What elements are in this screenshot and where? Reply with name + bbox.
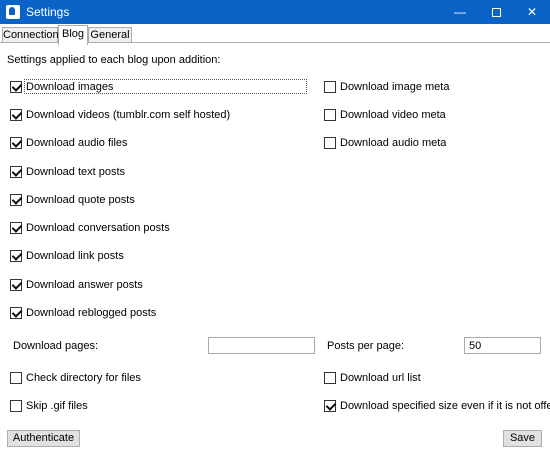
checkbox-download-conversation-posts[interactable]: Download conversation posts: [10, 221, 170, 234]
checkbox-download-answer-posts[interactable]: Download answer posts: [10, 278, 143, 291]
checkbox-label: Download reblogged posts: [26, 306, 157, 319]
checkbox-label: Download url list: [340, 371, 421, 384]
checkmark-icon[interactable]: [10, 249, 22, 262]
checkmark-icon[interactable]: [10, 80, 22, 93]
window-title: Settings: [26, 5, 70, 19]
maximize-icon: [491, 8, 501, 18]
checkbox-skip-gif[interactable]: Skip .gif files: [10, 399, 88, 412]
authenticate-button[interactable]: Authenticate: [7, 430, 80, 447]
checkmark-icon[interactable]: [10, 136, 22, 149]
checkbox-download-videos[interactable]: Download videos (tumblr.com self hosted): [10, 108, 230, 121]
title-bar: Settings — ✕: [0, 0, 550, 24]
checkbox-download-audio-files[interactable]: Download audio files: [10, 136, 128, 149]
checkmark-icon[interactable]: [10, 165, 22, 178]
checkmark-icon[interactable]: [10, 306, 22, 319]
checkbox-download-specified-size[interactable]: Download specified size even if it is no…: [324, 399, 550, 412]
checkbox-label: Download conversation posts: [26, 221, 170, 234]
checkbox-label: Download images: [26, 80, 114, 93]
checkbox-download-video-meta[interactable]: Download video meta: [324, 108, 446, 121]
checkmark-icon[interactable]: [10, 278, 22, 291]
minimize-icon: —: [454, 5, 466, 19]
checkmark-icon[interactable]: [10, 108, 22, 121]
app-icon: [6, 5, 20, 19]
minimize-button[interactable]: —: [442, 0, 478, 24]
checkbox-label: Download video meta: [340, 108, 446, 121]
checkbox-label: Download quote posts: [26, 193, 135, 206]
checkbox-label: Download image meta: [340, 80, 450, 93]
checkbox-label: Download link posts: [26, 249, 124, 262]
checkmark-icon[interactable]: [10, 193, 22, 206]
blog-settings-heading: Settings applied to each blog upon addit…: [7, 54, 221, 66]
checkbox-label: Download videos (tumblr.com self hosted): [26, 108, 231, 121]
checkbox-download-audio-meta[interactable]: Download audio meta: [324, 136, 446, 149]
posts-per-page-input[interactable]: [464, 337, 541, 354]
checkbox-download-text-posts[interactable]: Download text posts: [10, 165, 125, 178]
checkbox-box[interactable]: [324, 80, 336, 93]
checkbox-box[interactable]: [324, 136, 336, 149]
download-pages-input[interactable]: [208, 337, 315, 354]
checkbox-label: Download audio meta: [340, 136, 447, 149]
checkbox-download-image-meta[interactable]: Download image meta: [324, 80, 449, 93]
maximize-button[interactable]: [478, 0, 514, 24]
checkbox-label: Skip .gif files: [26, 399, 88, 412]
checkbox-box[interactable]: [324, 371, 336, 384]
checkbox-label: Download specified size even if it is no…: [340, 399, 550, 412]
posts-per-page-label: Posts per page:: [327, 340, 405, 352]
checkbox-download-link-posts[interactable]: Download link posts: [10, 249, 124, 262]
tab-strip: Connection Blog General: [0, 24, 550, 45]
checkmark-icon[interactable]: [324, 399, 336, 412]
checkbox-download-url-list[interactable]: Download url list: [324, 371, 421, 384]
close-icon: ✕: [526, 5, 538, 19]
checkbox-box[interactable]: [10, 371, 22, 384]
tab-blog[interactable]: Blog: [58, 25, 88, 45]
checkbox-check-directory[interactable]: Check directory for files: [10, 371, 141, 384]
checkbox-label: Download text posts: [26, 165, 126, 178]
checkbox-label: Download audio files: [26, 136, 128, 149]
checkmark-icon[interactable]: [10, 221, 22, 234]
checkbox-download-reblogged-posts[interactable]: Download reblogged posts: [10, 306, 156, 319]
close-button[interactable]: ✕: [514, 0, 550, 24]
checkbox-box[interactable]: [10, 399, 22, 412]
checkbox-download-images[interactable]: Download images: [10, 80, 113, 93]
checkbox-label: Download answer posts: [26, 278, 143, 291]
checkbox-download-quote-posts[interactable]: Download quote posts: [10, 193, 135, 206]
save-button[interactable]: Save: [503, 430, 542, 447]
download-pages-label: Download pages:: [13, 340, 99, 352]
checkbox-box[interactable]: [324, 108, 336, 121]
checkbox-label: Check directory for files: [26, 371, 141, 384]
